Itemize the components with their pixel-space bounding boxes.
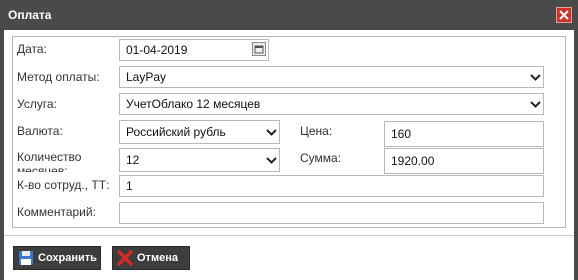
date-value: 01-04-2019 [126,43,188,57]
months-count-select[interactable]: 12 [119,148,280,172]
employees-value: 1 [126,179,133,193]
service-dropdown-button[interactable] [527,94,543,114]
currency-value: Российский рубль [126,125,226,139]
months-count-dropdown-button[interactable] [263,149,279,171]
chevron-down-icon [529,73,541,81]
employees-input[interactable]: 1 [119,175,544,197]
months-count-value: 12 [126,153,140,167]
sum-input[interactable]: 1920.00 [384,148,544,174]
currency-label: Валюта: [17,124,63,138]
save-button-label: Сохранить [38,252,97,264]
currency-dropdown-button[interactable] [263,121,279,143]
cancel-button-label: Отмена [137,252,178,264]
service-value: УчетОблако 12 месяцев [126,97,261,111]
currency-select[interactable]: Российский рубль [119,120,280,144]
close-button[interactable] [556,7,572,23]
payment-method-label: Метод оплаты: [17,70,100,84]
close-icon [559,10,569,20]
payment-method-value: LayPay [126,70,167,84]
price-value: 160 [391,127,412,141]
date-field[interactable]: 01-04-2019 [119,39,269,61]
price-label: Цена: [300,124,333,138]
service-label: Услуга: [17,97,57,111]
save-button[interactable]: Сохранить [13,246,101,270]
payment-method-dropdown-button[interactable] [527,67,543,87]
chevron-down-icon [529,100,541,108]
calendar-icon [254,45,264,54]
date-label: Дата: [17,42,47,56]
payment-form: Дата: 01-04-2019 Метод оплаты: LayPay Ус… [12,36,566,228]
chevron-down-icon [265,156,277,164]
comment-label: Комментарий: [17,205,96,219]
service-select[interactable]: УчетОблако 12 месяцев [119,93,544,115]
price-input[interactable]: 160 [384,121,544,147]
chevron-down-icon [265,128,277,136]
employees-label: К-во сотруд., ТТ: [17,178,110,192]
red-x-icon [117,250,133,266]
cancel-button[interactable]: Отмена [112,246,190,270]
comment-input[interactable] [119,202,544,224]
dialog-titlebar[interactable]: Оплата [0,0,578,30]
payment-dialog: Оплата Дата: 01-04-2019 Метод оплаты: La… [0,0,578,280]
floppy-disk-icon [19,251,33,265]
dialog-content: Дата: 01-04-2019 Метод оплаты: LayPay Ус… [4,30,574,235]
calendar-button[interactable] [252,42,266,56]
dialog-footer: Сохранить Отмена [4,235,574,280]
payment-method-select[interactable]: LayPay [119,66,544,88]
months-count-label: Количество месяцев: [17,150,82,172]
sum-value: 1920.00 [391,154,435,168]
sum-label: Сумма: [300,151,342,165]
dialog-title: Оплата [8,8,52,22]
